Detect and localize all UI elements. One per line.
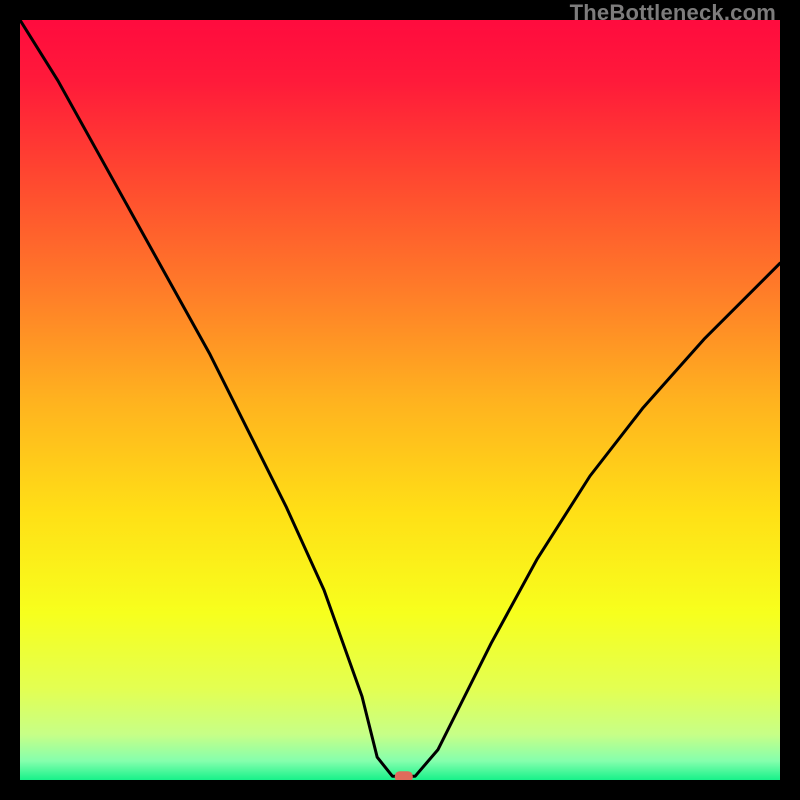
chart-background [20,20,780,780]
watermark-text: TheBottleneck.com [570,0,776,26]
bottleneck-chart [20,20,780,780]
chart-frame [20,20,780,780]
minimum-marker [395,771,413,780]
